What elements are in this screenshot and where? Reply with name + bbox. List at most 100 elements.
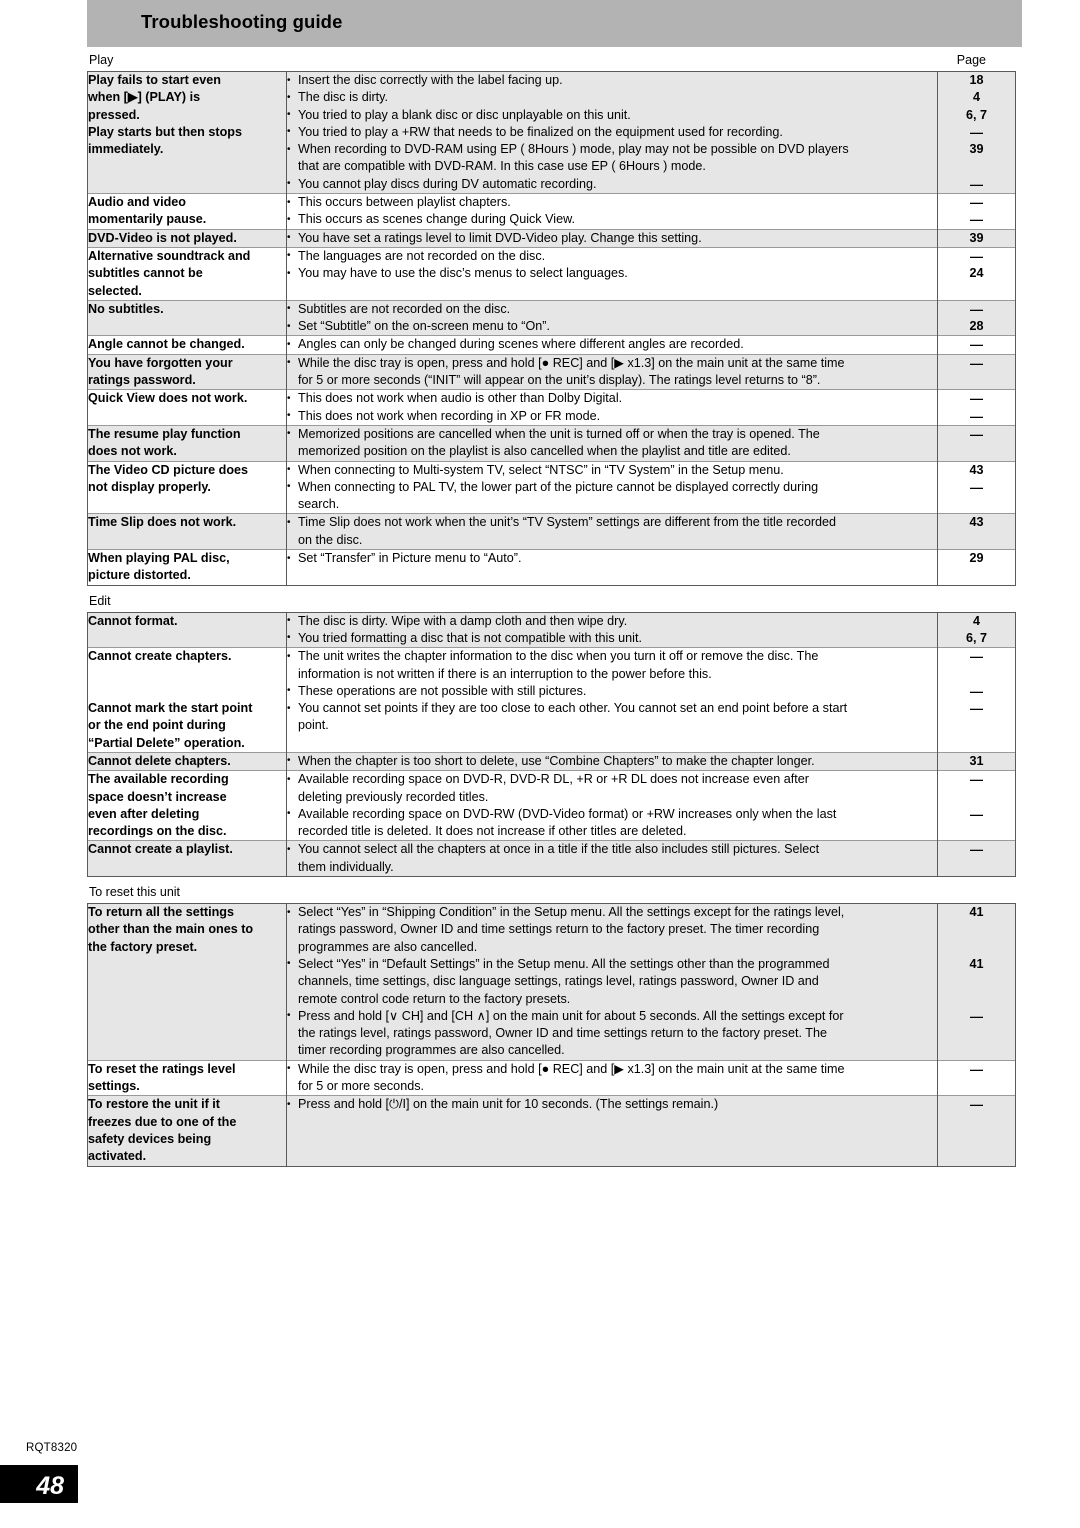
page-ref-cell: 29: [937, 549, 1016, 586]
remedy-line: timer recording programmes are also canc…: [298, 1043, 565, 1058]
remedy-cell: Select “Yes” in “Shipping Condition” in …: [286, 904, 938, 1061]
remedy-cell: The unit writes the chapter information …: [286, 647, 938, 753]
table-row: When playing PAL disc, picture distorted.…: [87, 549, 1016, 586]
remedy-line: You cannot select all the chapters at on…: [287, 841, 937, 859]
remedy-line: You tried to play a blank disc or disc u…: [287, 106, 937, 124]
section-caption-label: To reset this unit: [89, 885, 181, 900]
remedy-line: ratings password, Owner ID and time sett…: [298, 922, 820, 937]
page-ref: —: [970, 355, 983, 371]
table-row: Play fails to start even when [▶] (PLAY) …: [87, 71, 1016, 194]
symptom-cell: The available recording space doesn’t inc…: [87, 770, 287, 841]
page-title: Troubleshooting guide: [141, 11, 343, 32]
troubleshooting-table: Cannot format.The disc is dirty. Wipe wi…: [87, 611, 1016, 878]
page-ref-spacer: [938, 158, 1015, 175]
page-ref-spacer: [938, 973, 1015, 990]
remedy-line: remote control code return to the factor…: [298, 991, 571, 1006]
remedy-cell: Available recording space on DVD-R, DVD-…: [286, 770, 938, 841]
remedy-line: search.: [298, 497, 340, 512]
remedy-line: You cannot set points if they are too cl…: [287, 700, 937, 718]
section-caption: To reset this unit: [87, 879, 1022, 903]
remedy-line: Press and hold [⏻/I] on the main unit fo…: [287, 1096, 937, 1114]
page-ref: 39: [969, 230, 984, 245]
page-ref: 41: [969, 956, 984, 971]
page-ref: —: [970, 1008, 983, 1024]
symptom-cell: The resume play function does not work.: [87, 424, 287, 462]
page-ref: —: [970, 1061, 983, 1077]
page-ref-spacer: [938, 666, 1015, 683]
troubleshooting-table: To return all the settings other than the…: [87, 903, 1016, 1167]
symptom-cell: Cannot create chapters. Cannot mark the s…: [87, 647, 287, 753]
page-header-band: Troubleshooting guide: [87, 0, 1022, 47]
remedy-line: This occurs between playlist chapters.: [287, 194, 937, 212]
remedy-line: This does not work when audio is other t…: [287, 390, 937, 408]
page-ref-cell: — 24: [937, 246, 1016, 301]
remedy-line: When the chapter is too short to delete,…: [287, 752, 937, 770]
page-number-badge: 48: [0, 1465, 78, 1503]
page-ref: 6, 7: [965, 630, 987, 645]
remedy-line: Set “Transfer” in Picture menu to “Auto”…: [287, 550, 937, 568]
page-ref: —: [970, 337, 983, 353]
section-caption-label: Edit: [89, 593, 111, 608]
remedy-line: programmes are also cancelled.: [298, 939, 478, 954]
page-ref-cell: —: [937, 1059, 1016, 1096]
table-row: Angle cannot be changed.Angles can only …: [87, 335, 1016, 355]
page-ref-cell: 43 —: [937, 460, 1016, 514]
page-ref: —: [970, 479, 983, 495]
page-ref-cell: —: [937, 1095, 1016, 1167]
page-ref-spacer: [938, 372, 1015, 389]
symptom-cell: Quick View does not work.: [87, 389, 287, 426]
symptom-cell: Angle cannot be changed.: [87, 335, 287, 355]
remedy-line: You tried formatting a disc that is not …: [287, 629, 937, 647]
symptom-cell: Audio and video momentarily pause.: [87, 193, 287, 230]
remedy-line: While the disc tray is open, press and h…: [287, 1060, 937, 1078]
page-ref-cell: — —: [937, 770, 1016, 841]
page-ref-cell: — —: [937, 193, 1016, 230]
symptom-cell: When playing PAL disc, picture distorted.: [87, 549, 287, 586]
page-ref-spacer: [938, 991, 1015, 1008]
remedy-line: When connecting to Multi-system TV, sele…: [287, 461, 937, 479]
remedy-line: The disc is dirty. Wipe with a damp clot…: [287, 612, 937, 630]
troubleshooting-table: Play fails to start even when [▶] (PLAY) …: [87, 71, 1016, 586]
remedy-line: that are compatible with DVD-RAM. In thi…: [298, 159, 706, 174]
page-ref-spacer: [938, 823, 1015, 840]
remedy-line: You may have to use the disc’s menus to …: [287, 265, 937, 283]
page-ref: 31: [969, 753, 984, 768]
symptom-cell: Play fails to start even when [▶] (PLAY) …: [87, 71, 287, 194]
page-ref: 24: [969, 266, 984, 281]
remedy-cell: When the chapter is too short to delete,…: [286, 751, 938, 771]
page-ref: —: [970, 1097, 983, 1113]
remedy-line: You tried to play a +RW that needs to be…: [287, 123, 937, 141]
table-row: Cannot delete chapters.When the chapter …: [87, 751, 1016, 771]
symptom-cell: You have forgotten your ratings password.: [87, 353, 287, 390]
page-ref: —: [970, 408, 983, 424]
table-row: To restore the unit if it freezes due to …: [87, 1095, 1016, 1167]
remedy-line: You cannot play discs during DV automati…: [287, 175, 937, 193]
page-number-value: 48: [36, 1472, 64, 1500]
remedy-cell: Angles can only be changed during scenes…: [286, 335, 938, 355]
remedy-line: deleting previously recorded titles.: [298, 789, 489, 804]
page-ref-cell: —: [937, 840, 1016, 877]
page-ref-cell: —: [937, 335, 1016, 355]
remedy-line: While the disc tray is open, press and h…: [287, 354, 937, 372]
remedy-line: The disc is dirty.: [287, 89, 937, 107]
page-ref: 43: [969, 462, 984, 477]
table-row: Cannot format.The disc is dirty. Wipe wi…: [87, 612, 1016, 648]
table-row: Cannot create a playlist.You cannot sele…: [87, 840, 1016, 877]
table-row: To return all the settings other than the…: [87, 904, 1016, 1061]
remedy-cell: Subtitles are not recorded on the disc.S…: [286, 299, 938, 336]
remedy-line: for 5 or more seconds (“INIT” will appea…: [298, 373, 821, 388]
symptom-cell: Cannot create a playlist.: [87, 840, 287, 877]
page-ref-spacer: [938, 532, 1015, 549]
page-ref-spacer: [938, 921, 1015, 938]
table-row: DVD-Video is not played.You have set a r…: [87, 228, 1016, 248]
symptom-cell: Cannot format.: [87, 612, 287, 648]
table-row: The Video CD picture does not display pro…: [87, 460, 1016, 514]
remedy-line: Set “Subtitle” on the on-screen menu to …: [287, 318, 937, 336]
page-ref: —: [970, 701, 983, 717]
table-row: Cannot create chapters. Cannot mark the s…: [87, 647, 1016, 753]
remedy-cell: You cannot select all the chapters at on…: [286, 840, 938, 877]
symptom-cell: Cannot delete chapters.: [87, 751, 287, 771]
page-ref: —: [970, 842, 983, 858]
table-row: Audio and videomomentarily pause.This oc…: [87, 193, 1016, 230]
remedy-cell: Time Slip does not work when the unit’s …: [286, 513, 938, 550]
